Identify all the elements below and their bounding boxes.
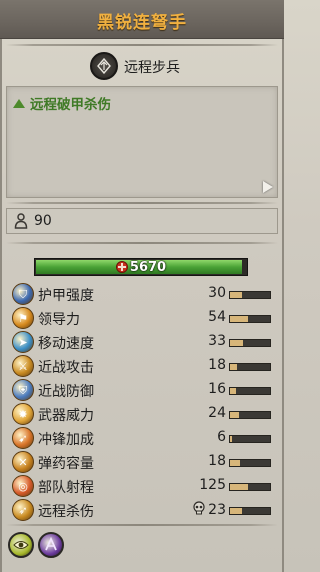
charge-bonus-icon: ➹ (12, 427, 34, 449)
stat-bar (229, 459, 271, 467)
stat-value: 30 (208, 285, 226, 301)
stat-bar (229, 291, 271, 299)
stat-value-wrap: 6 (217, 429, 226, 445)
melee-attack-icon: ⚔ (12, 355, 34, 377)
stat-bar-fill (230, 460, 240, 466)
stat-bar (229, 411, 271, 419)
title-bar: 黑锐连弩手 (0, 0, 284, 39)
stat-value-wrap: 30 (208, 285, 226, 301)
ammunition-icon: ✕ (12, 451, 34, 473)
health-bar: 5670 (34, 258, 248, 276)
stat-value: 54 (208, 309, 226, 325)
divider (6, 242, 278, 244)
divider (6, 44, 278, 46)
stat-bar-fill (230, 388, 237, 394)
speed-icon: ➤ (12, 331, 34, 353)
stat-bar (229, 507, 271, 515)
stat-label: 领导力 (38, 312, 80, 328)
stat-value: 16 (208, 381, 226, 397)
stat-bar-fill (230, 412, 239, 418)
ability-icons-row (0, 532, 284, 560)
stat-row[interactable]: ⛨ 近战防御 16 (0, 378, 284, 402)
melee-defence-icon: ⛨ (12, 379, 34, 401)
weapon-strength-icon: ✸ (12, 403, 34, 425)
stat-label: 护甲强度 (38, 288, 94, 304)
stat-value-wrap: 125 (199, 477, 226, 493)
unit-type-row: 远程步兵 (0, 50, 284, 84)
health-value: 5670 (129, 259, 167, 275)
missile-damage-icon: ➶ (12, 499, 34, 521)
stat-value-wrap: 33 (208, 333, 226, 349)
leadership-icon: ⚑ (12, 307, 34, 329)
ability-item[interactable]: 远程破甲杀伤 (13, 93, 111, 113)
stat-row[interactable]: ✸ 武器威力 24 (0, 402, 284, 426)
stat-label: 弹药容量 (38, 456, 94, 472)
divider (6, 202, 278, 204)
armour-icon: ⛉ (12, 283, 34, 305)
stat-value-wrap: 18 (208, 357, 226, 373)
stat-row[interactable]: ➤ 移动速度 33 (0, 330, 284, 354)
stat-bar-fill (230, 436, 233, 442)
stat-label: 移动速度 (38, 336, 94, 352)
stat-row[interactable]: ⛉ 护甲强度 30 (0, 282, 284, 306)
unit-size-box: 90 (6, 208, 278, 234)
stat-bar-fill (230, 364, 238, 370)
stat-row[interactable]: ⚔ 近战攻击 18 (0, 354, 284, 378)
stat-row[interactable]: ✕ 弹药容量 18 (0, 450, 284, 474)
skull-icon (193, 501, 205, 515)
stat-bar-fill (230, 316, 248, 322)
expand-arrow-icon[interactable] (263, 181, 273, 193)
stat-value: 33 (208, 333, 226, 349)
stat-value: 125 (199, 477, 226, 493)
stat-bar (229, 363, 271, 371)
unit-title: 黑锐连弩手 (97, 13, 187, 33)
stat-bar (229, 435, 271, 443)
missile-infantry-icon (90, 52, 118, 80)
stat-bar-fill (230, 508, 242, 514)
stat-value: 6 (217, 429, 226, 445)
stat-label: 远程杀伤 (38, 504, 94, 520)
stat-bar (229, 387, 271, 395)
stat-label: 冲锋加成 (38, 432, 94, 448)
divider (6, 524, 278, 526)
purple-ability-icon[interactable] (38, 532, 64, 558)
ability-label: 远程破甲杀伤 (30, 97, 111, 113)
stat-row[interactable]: ➶ 远程杀伤 23 (0, 498, 284, 522)
stat-value-wrap: 16 (208, 381, 226, 397)
stat-row[interactable]: ⚑ 领导力 54 (0, 306, 284, 330)
stat-label: 部队射程 (38, 480, 94, 496)
person-icon (14, 213, 28, 229)
stat-bar (229, 483, 271, 491)
triangle-up-icon (13, 98, 25, 108)
stat-bar-fill (230, 292, 242, 298)
stat-label: 武器威力 (38, 408, 94, 424)
stat-value-wrap: 23 (191, 501, 226, 518)
stat-bar-fill (230, 340, 244, 346)
stat-label: 近战攻击 (38, 360, 94, 376)
stat-bar (229, 315, 271, 323)
stat-value: 18 (208, 453, 226, 469)
range-icon: ◎ (12, 475, 34, 497)
health-icon (115, 261, 128, 273)
unit-type-label: 远程步兵 (124, 60, 180, 76)
stat-value-wrap: 18 (208, 453, 226, 469)
stat-row[interactable]: ➹ 冲锋加成 6 (0, 426, 284, 450)
eye-ability-icon[interactable] (8, 532, 34, 558)
stat-value-wrap: 54 (208, 309, 226, 325)
unit-size-value: 90 (34, 213, 52, 229)
stat-value-wrap: 24 (208, 405, 226, 421)
stat-value: 23 (208, 502, 226, 518)
ability-panel: 远程破甲杀伤 (6, 86, 278, 198)
stat-value: 24 (208, 405, 226, 421)
stat-value: 18 (208, 357, 226, 373)
stat-label: 近战防御 (38, 384, 94, 400)
stat-bar (229, 339, 271, 347)
stat-row[interactable]: ◎ 部队射程 125 (0, 474, 284, 498)
stat-bar-fill (230, 484, 248, 490)
